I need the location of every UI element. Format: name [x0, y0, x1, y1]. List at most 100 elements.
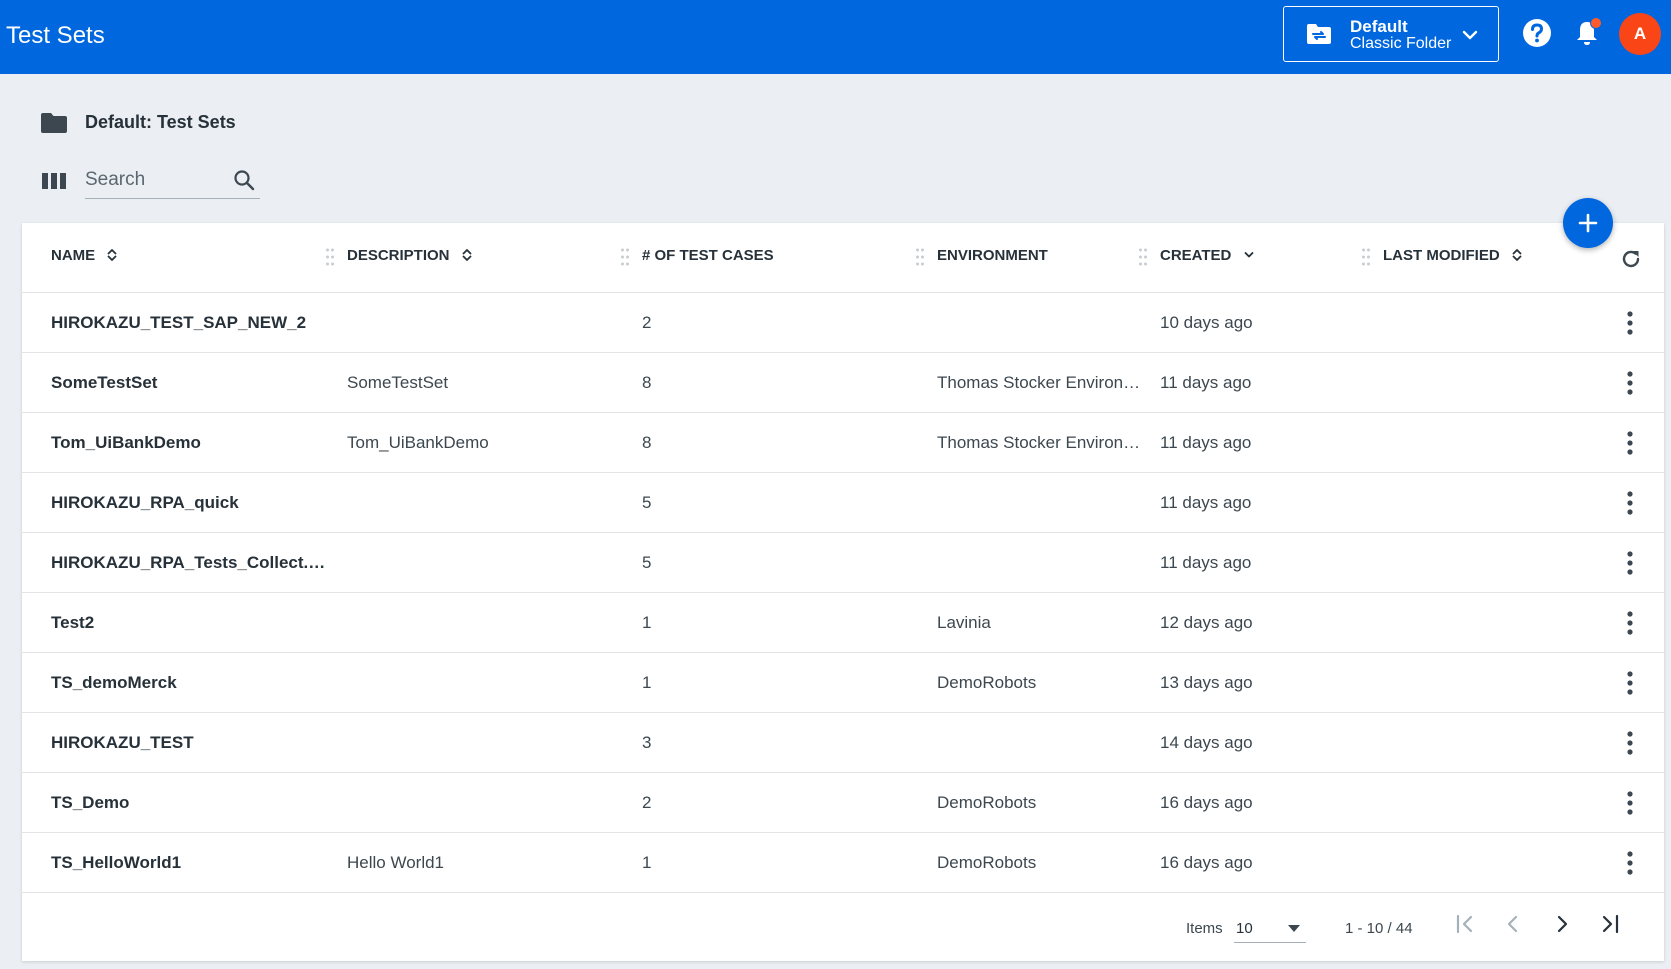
table-row[interactable]: TS_Demo 2 DemoRobots 16 days ago — [22, 773, 1664, 833]
cell-description: SomeTestSet — [347, 373, 449, 392]
top-bar: Test Sets Default Classic Folder A — [0, 0, 1671, 74]
table-row[interactable]: SomeTestSet SomeTestSet 8 Thomas Stocker En… — [22, 353, 1664, 413]
last-page-button[interactable] — [1595, 909, 1625, 939]
table-row[interactable]: Test2 1 Lavinia 12 days ago — [22, 593, 1664, 653]
folder-switcher-button[interactable]: Default Classic Folder — [1283, 6, 1499, 62]
table-row[interactable]: HIROKAZU_RPA_quick 5 11 days ago — [22, 473, 1664, 533]
cell-created: 11 days ago — [1160, 433, 1252, 452]
app-title: Test Sets — [6, 22, 105, 49]
cell-name[interactable]: HIROKAZU_TEST — [51, 733, 333, 753]
column-header-test-cases[interactable]: # OF TEST CASES — [642, 247, 774, 264]
cell-environment: DemoRobots — [937, 673, 1037, 692]
items-per-page-value: 10 — [1236, 920, 1253, 937]
column-header-created[interactable]: CREATED — [1160, 247, 1255, 264]
more-options-icon[interactable] — [1616, 849, 1644, 877]
cell-created: 13 days ago — [1160, 673, 1253, 692]
more-options-icon[interactable] — [1616, 309, 1644, 337]
column-resize-handle-icon[interactable] — [1361, 247, 1371, 267]
column-header-name[interactable]: NAME — [51, 247, 118, 264]
cell-name[interactable]: Test2 — [51, 613, 333, 633]
more-options-icon[interactable] — [1616, 789, 1644, 817]
cell-test-cases: 5 — [642, 553, 652, 572]
breadcrumb: Default: Test Sets — [85, 112, 236, 132]
cell-created: 16 days ago — [1160, 793, 1253, 812]
test-sets-table: NAME DESCRIPTION # OF TEST CASES ENVIRON… — [22, 223, 1664, 961]
user-avatar[interactable]: A — [1619, 13, 1661, 55]
cell-test-cases: 1 — [642, 673, 652, 692]
cell-name[interactable]: TS_demoMerck — [51, 673, 333, 693]
table-row[interactable]: Tom_UiBankDemo Tom_UiBankDemo 8 Thomas Stoc… — [22, 413, 1664, 473]
cell-environment: DemoRobots — [937, 853, 1037, 872]
cell-test-cases: 1 — [642, 853, 652, 872]
sort-icon — [462, 249, 472, 261]
chevron-down-icon — [1462, 30, 1478, 40]
column-resize-handle-icon[interactable] — [325, 247, 335, 267]
column-label: # OF TEST CASES — [642, 247, 774, 264]
cell-description: Hello World1 — [347, 853, 445, 872]
refresh-icon[interactable] — [1619, 247, 1643, 271]
search-input[interactable] — [85, 165, 225, 195]
table-row[interactable]: TS_HelloWorld1 Hello World1 1 DemoRobots 16 … — [22, 833, 1664, 893]
column-label: DESCRIPTION — [347, 247, 450, 264]
search-box — [85, 163, 260, 199]
first-page-button[interactable] — [1450, 909, 1480, 939]
cell-created: 10 days ago — [1160, 313, 1253, 332]
more-options-icon[interactable] — [1616, 369, 1644, 397]
column-header-description[interactable]: DESCRIPTION — [347, 247, 473, 264]
first-page-icon — [1456, 914, 1473, 934]
next-page-button[interactable] — [1547, 909, 1577, 939]
column-resize-handle-icon[interactable] — [620, 247, 630, 267]
cell-name[interactable]: TS_HelloWorld1 — [51, 853, 333, 873]
cell-name[interactable]: HIROKAZU_TEST_SAP_NEW_2 — [51, 313, 333, 333]
search-icon[interactable] — [233, 169, 255, 191]
folder-type: Classic Folder — [1350, 35, 1452, 52]
table-row[interactable]: HIROKAZU_TEST_SAP_NEW_2 2 10 days ago — [22, 293, 1664, 353]
cell-test-cases: 2 — [642, 313, 652, 332]
column-label: CREATED — [1160, 247, 1232, 264]
cell-created: 12 days ago — [1160, 613, 1253, 632]
columns-icon[interactable] — [42, 172, 66, 190]
cell-test-cases: 8 — [642, 433, 652, 452]
table-row[interactable]: HIROKAZU_TEST 3 14 days ago — [22, 713, 1664, 773]
table-header: NAME DESCRIPTION # OF TEST CASES ENVIRON… — [22, 223, 1664, 293]
previous-page-button[interactable] — [1498, 909, 1528, 939]
table-row[interactable]: TS_demoMerck 1 DemoRobots 13 days ago — [22, 653, 1664, 713]
sort-icon — [107, 249, 117, 261]
more-options-icon[interactable] — [1616, 609, 1644, 637]
more-options-icon[interactable] — [1616, 729, 1644, 757]
add-test-set-button[interactable] — [1563, 198, 1613, 248]
cell-created: 16 days ago — [1160, 853, 1253, 872]
more-options-icon[interactable] — [1616, 489, 1644, 517]
table-body: HIROKAZU_TEST_SAP_NEW_2 2 10 days ago SomeT… — [22, 293, 1664, 893]
cell-description: Tom_UiBankDemo — [347, 433, 489, 452]
column-label: LAST MODIFIED — [1383, 247, 1500, 264]
page-range: 1 - 10 / 44 — [1345, 920, 1413, 937]
items-per-page-label: Items — [1186, 920, 1223, 937]
cell-created: 11 days ago — [1160, 553, 1252, 572]
more-options-icon[interactable] — [1616, 669, 1644, 697]
column-label: NAME — [51, 247, 96, 264]
more-options-icon[interactable] — [1616, 549, 1644, 577]
sort-icon — [1512, 249, 1522, 261]
cell-environment: Thomas Stocker Environm... — [937, 373, 1147, 392]
notification-badge — [1590, 17, 1602, 29]
column-header-last-modified[interactable]: LAST MODIFIED — [1383, 247, 1523, 264]
cell-name[interactable]: Tom_UiBankDemo — [51, 433, 333, 453]
cell-test-cases: 3 — [642, 733, 652, 752]
plus-icon — [1578, 213, 1598, 233]
cell-name[interactable]: SomeTestSet — [51, 373, 333, 393]
column-header-environment[interactable]: ENVIRONMENT — [937, 247, 1048, 264]
table-row[interactable]: HIROKAZU_RPA_Tests_Collect.Over... 5 11 da… — [22, 533, 1664, 593]
cell-name[interactable]: TS_Demo — [51, 793, 333, 813]
items-per-page-select[interactable]: 10 — [1234, 913, 1306, 943]
column-resize-handle-icon[interactable] — [915, 247, 925, 267]
cell-name[interactable]: HIROKAZU_RPA_Tests_Collect.Over... — [51, 553, 333, 573]
cell-name[interactable]: HIROKAZU_RPA_quick — [51, 493, 333, 513]
help-icon[interactable] — [1520, 16, 1554, 50]
cell-environment: DemoRobots — [937, 793, 1037, 812]
sort-descending-icon — [1244, 252, 1253, 258]
column-label: ENVIRONMENT — [937, 247, 1048, 264]
more-options-icon[interactable] — [1616, 429, 1644, 457]
dropdown-arrow-icon — [1288, 925, 1300, 932]
column-resize-handle-icon[interactable] — [1138, 247, 1148, 267]
